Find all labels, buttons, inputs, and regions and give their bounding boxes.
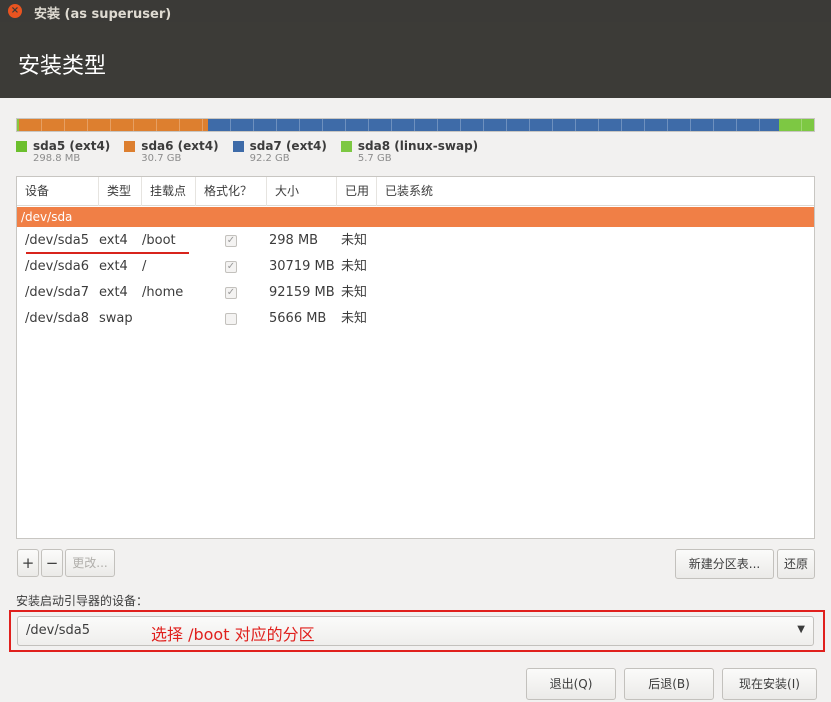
- legend-item: sda6 (ext4) 30.7 GB: [124, 139, 219, 165]
- cell-mount: /home: [142, 285, 184, 300]
- cell-type: ext4: [99, 233, 128, 248]
- legend-item: sda8 (linux-swap) 5.7 GB: [340, 139, 479, 165]
- table-row-disk[interactable]: /dev/sda: [17, 207, 814, 227]
- main-content: sda5 (ext4) 298.8 MB sda6 (ext4) 30.7 GB sda…: [0, 98, 831, 702]
- column-header-used[interactable]: 已用: [337, 177, 377, 206]
- column-header-installed-os[interactable]: 已装系统: [377, 177, 477, 206]
- annotation-text: 选择 /boot 对应的分区: [151, 625, 315, 644]
- cell-type: swap: [99, 311, 133, 326]
- legend-name: sda5 (ext4): [33, 139, 111, 153]
- table-row[interactable]: /dev/sda5 ext4 /boot ✓ 298 MB 未知: [17, 228, 814, 254]
- legend-swatch: [340, 141, 352, 152]
- format-checkbox[interactable]: ✓: [225, 235, 237, 247]
- table-row[interactable]: /dev/sda7 ext4 /home ✓ 92159 MB 未知: [17, 280, 814, 306]
- cell-device: /dev/sda6: [25, 259, 89, 274]
- legend-item: sda5 (ext4) 298.8 MB: [16, 139, 110, 165]
- cell-type: ext4: [99, 259, 128, 274]
- column-header-mount[interactable]: 挂载点: [142, 177, 196, 206]
- table-header: 设备 类型 挂载点 格式化？ 大小 已用 已装系统: [17, 177, 814, 206]
- page-header: 安装类型: [0, 22, 831, 98]
- back-button[interactable]: 后退(B): [624, 668, 714, 700]
- partition-bar-segment-sda6: [18, 119, 208, 131]
- page-title: 安装类型: [18, 54, 107, 79]
- table-row[interactable]: /dev/sda8 swap 5666 MB 未知: [17, 306, 814, 332]
- partition-bar-segment-sda7: [207, 119, 779, 131]
- revert-button[interactable]: 还原: [777, 549, 815, 579]
- cell-used: 未知: [341, 259, 368, 274]
- legend-swatch: [124, 141, 136, 152]
- format-checkbox[interactable]: [225, 313, 237, 325]
- bootloader-device-value: /dev/sda5: [26, 623, 90, 638]
- format-checkbox[interactable]: ✓: [225, 287, 237, 299]
- partition-bar: [16, 118, 815, 132]
- cell-size: 298 MB: [269, 233, 319, 248]
- table-row[interactable]: /dev/sda6 ext4 / ✓ 30719 MB 未知: [17, 254, 814, 280]
- legend-size: 30.7 GB: [141, 153, 182, 164]
- cell-used: 未知: [341, 233, 368, 248]
- remove-partition-button[interactable]: −: [41, 549, 63, 577]
- cell-size: 30719 MB: [269, 259, 335, 274]
- cell-size: 5666 MB: [269, 311, 327, 326]
- cell-used: 未知: [341, 311, 368, 326]
- legend-swatch: [16, 141, 27, 152]
- legend-size: 298.8 MB: [33, 153, 81, 164]
- cell-device: /dev/sda8: [25, 311, 89, 326]
- legend-size: 92.2 GB: [249, 153, 290, 164]
- column-header-format[interactable]: 格式化？: [196, 177, 267, 206]
- cell-device: /dev/sda7: [25, 285, 89, 300]
- close-icon[interactable]: ×: [8, 4, 22, 18]
- legend-size: 5.7 GB: [357, 153, 392, 164]
- legend-name: sda7 (ext4): [249, 139, 327, 153]
- title-bar: × 安装 (as superuser): [0, 0, 831, 22]
- partition-bar-segment-sda8: [778, 119, 814, 131]
- cell-type: ext4: [99, 285, 128, 300]
- column-header-device[interactable]: 设备: [17, 177, 99, 206]
- chevron-down-icon[interactable]: ▼: [797, 624, 805, 635]
- quit-button[interactable]: 退出(Q): [526, 668, 616, 700]
- legend-name: sda6 (ext4): [141, 139, 219, 153]
- change-partition-button[interactable]: 更改...: [65, 549, 115, 577]
- install-now-button[interactable]: 现在安装(I): [722, 668, 817, 700]
- legend-item: sda7 (ext4) 92.2 GB: [232, 139, 327, 165]
- format-checkbox[interactable]: ✓: [225, 261, 237, 273]
- new-partition-table-button[interactable]: 新建分区表...: [675, 549, 774, 579]
- column-header-size[interactable]: 大小: [267, 177, 337, 206]
- bootloader-device-select[interactable]: /dev/sda5 选择 /boot 对应的分区 ▼: [17, 616, 814, 646]
- cell-device: /dev/sda5: [25, 233, 89, 248]
- partition-legend: sda5 (ext4) 298.8 MB sda6 (ext4) 30.7 GB sda…: [16, 139, 478, 165]
- legend-swatch: [232, 141, 244, 152]
- column-header-type[interactable]: 类型: [99, 177, 142, 206]
- bootloader-device-label: 安装启动引导器的设备：: [16, 594, 149, 608]
- legend-name: sda8 (linux-swap): [357, 139, 479, 153]
- window-title: 安装 (as superuser): [34, 7, 172, 22]
- partition-table[interactable]: 设备 类型 挂载点 格式化？ 大小 已用 已装系统 /dev/sda /dev/…: [16, 176, 815, 539]
- cell-mount: /: [142, 259, 147, 274]
- add-partition-button[interactable]: +: [17, 549, 39, 577]
- cell-used: 未知: [341, 285, 368, 300]
- cell-size: 92159 MB: [269, 285, 335, 300]
- cell-mount: /boot: [142, 233, 176, 248]
